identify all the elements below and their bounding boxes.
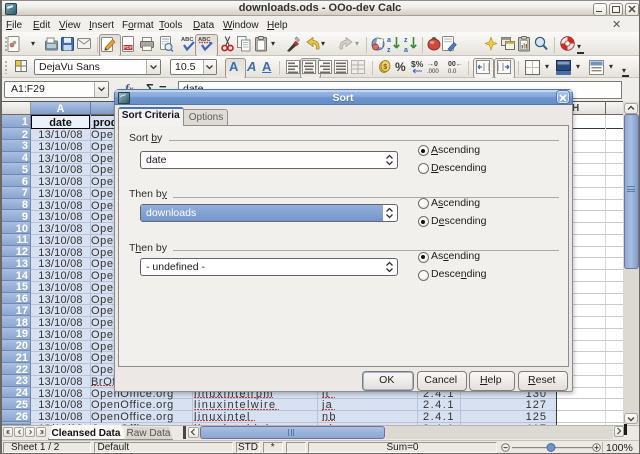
svg-text:PDF: PDF bbox=[124, 45, 133, 50]
svg-text:ABC: ABC bbox=[181, 37, 194, 43]
svg-text:00←: 00← bbox=[448, 61, 463, 68]
svg-text:0.0: 0.0 bbox=[448, 69, 457, 74]
svg-text:.000: .000 bbox=[427, 69, 439, 74]
svg-text:$%: $% bbox=[411, 59, 424, 69]
svg-text:z: z bbox=[387, 47, 391, 53]
svg-text:$: $ bbox=[383, 64, 387, 71]
svg-text:a: a bbox=[404, 47, 408, 53]
svg-text:→0: →0 bbox=[427, 61, 438, 68]
svg-text:z: z bbox=[404, 37, 408, 44]
svg-text:a: a bbox=[387, 37, 391, 44]
